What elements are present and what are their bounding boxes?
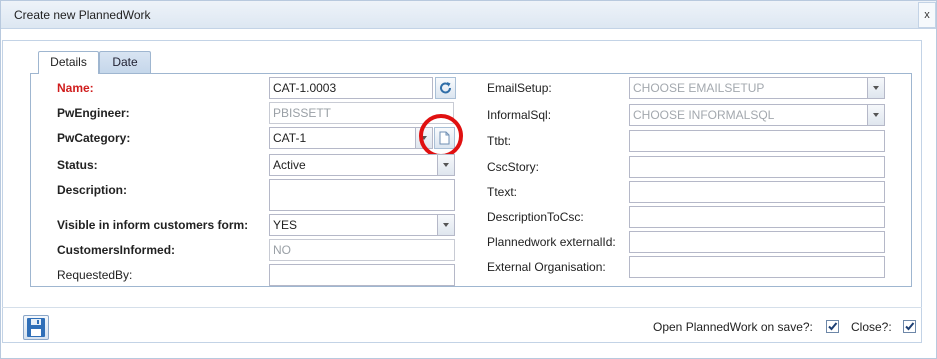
status-label: Status:	[57, 158, 98, 172]
chevron-down-icon[interactable]	[867, 78, 884, 98]
status-value: Active	[273, 158, 306, 172]
ttext-label: Ttext:	[487, 185, 518, 199]
customers-informed-label: CustomersInformed:	[57, 243, 176, 257]
plannedwork-externalid-input[interactable]	[629, 231, 885, 253]
informalsql-select[interactable]: CHOOSE INFORMALSQL	[629, 104, 885, 126]
plannedwork-externalid-label: Plannedwork externalId:	[487, 235, 616, 249]
checkmark-icon	[828, 322, 838, 331]
open-on-save-checkbox[interactable]	[826, 320, 839, 333]
tab-date[interactable]: Date	[99, 51, 151, 74]
external-organisation-label: External Organisation:	[487, 260, 606, 274]
refresh-button[interactable]	[435, 77, 456, 99]
open-on-save-label: Open PlannedWork on save?:	[653, 320, 813, 334]
chevron-down-icon[interactable]	[437, 215, 454, 235]
ttext-input[interactable]	[629, 181, 885, 203]
external-organisation-input[interactable]	[629, 256, 885, 278]
dialog-title: Create new PlannedWork	[14, 8, 151, 22]
visible-inform-select[interactable]: YES	[269, 214, 455, 236]
tab-details[interactable]: Details	[38, 51, 99, 74]
pwcategory-label: PwCategory:	[57, 131, 131, 145]
requested-by-label: RequestedBy:	[57, 268, 133, 282]
description-textarea[interactable]	[269, 179, 455, 211]
close-on-save-label: Close?:	[851, 320, 892, 334]
highlight-circle	[419, 114, 463, 158]
emailsetup-label: EmailSetup:	[487, 81, 552, 95]
requested-by-input[interactable]	[269, 264, 455, 286]
informalsql-label: InformalSql:	[487, 108, 552, 122]
descriptiontocsc-label: DescriptionToCsc:	[487, 210, 584, 224]
informalsql-placeholder: CHOOSE INFORMALSQL	[633, 108, 775, 122]
descriptiontocsc-input[interactable]	[629, 206, 885, 228]
pwengineer-label: PwEngineer:	[57, 106, 130, 120]
name-label: Name:	[57, 81, 94, 95]
pwcategory-select[interactable]: CAT-1	[269, 127, 433, 149]
emailsetup-placeholder: CHOOSE EMAILSETUP	[633, 81, 765, 95]
footer-divider	[2, 307, 922, 308]
close-on-save-checkbox[interactable]	[903, 320, 916, 333]
cscstory-label: CscStory:	[487, 160, 540, 174]
pwcategory-value: CAT-1	[273, 131, 307, 145]
floppy-disk-icon	[27, 318, 45, 337]
chevron-down-icon[interactable]	[437, 155, 454, 175]
description-label: Description:	[57, 183, 128, 197]
chevron-down-icon[interactable]	[867, 105, 884, 125]
ttbt-input[interactable]	[629, 130, 885, 152]
dialog-titlebar: Create new PlannedWork x	[1, 1, 936, 29]
visible-inform-value: YES	[273, 218, 298, 232]
customers-informed-field[interactable]: NO	[269, 239, 455, 261]
status-select[interactable]: Active	[269, 154, 455, 176]
name-input[interactable]: CAT-1.0003	[269, 77, 433, 99]
refresh-icon	[440, 82, 451, 94]
ttbt-label: Ttbt:	[487, 134, 512, 148]
cscstory-input[interactable]	[629, 156, 885, 178]
emailsetup-select[interactable]: CHOOSE EMAILSETUP	[629, 77, 885, 99]
checkmark-icon	[905, 322, 915, 331]
close-button[interactable]: x	[918, 2, 936, 28]
save-button[interactable]	[23, 315, 49, 340]
visible-inform-label: Visible in inform customers form:	[57, 218, 249, 232]
